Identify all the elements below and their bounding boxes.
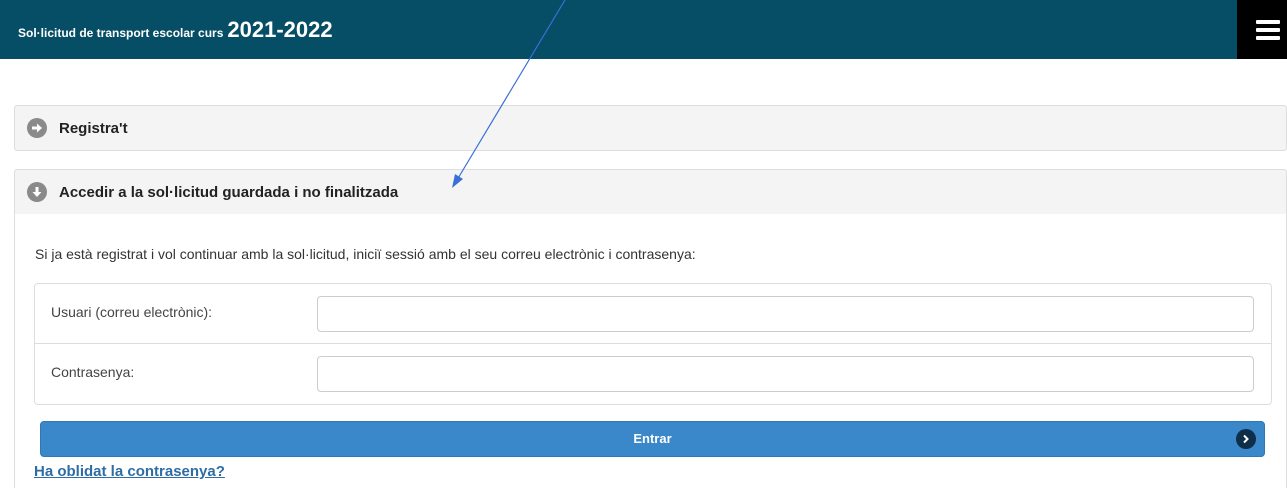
app-header: Sol·licitud de transport escolar curs 20… [0, 0, 1287, 59]
login-intro-text: Si ja està registrat i vol continuar amb… [35, 246, 696, 262]
page-title: Sol·licitud de transport escolar curs 20… [0, 17, 333, 43]
circle-arrow-right-icon [27, 118, 47, 138]
user-row: Usuari (correu electrònic): [35, 284, 1271, 344]
user-email-input[interactable] [317, 296, 1254, 332]
submit-button[interactable]: Entrar [40, 421, 1265, 457]
login-form: Usuari (correu electrònic): Contrasenya: [34, 283, 1272, 405]
submit-button-label: Entrar [633, 431, 672, 446]
section-access-header[interactable]: Accedir a la sol·licitud guardada i no f… [14, 169, 1287, 215]
forgot-password-link[interactable]: Ha oblidat la contrasenya? [34, 463, 225, 480]
chevron-right-icon [1236, 429, 1256, 449]
password-label: Contrasenya: [51, 364, 135, 380]
user-label: Usuari (correu electrònic): [51, 304, 213, 320]
password-row: Contrasenya: [35, 344, 1271, 404]
login-panel: Si ja està registrat i vol continuar amb… [14, 214, 1287, 488]
section-register-header[interactable]: Registra't [14, 105, 1287, 151]
section-register-label: Registra't [59, 119, 128, 137]
password-input[interactable] [317, 356, 1254, 392]
page-title-year: 2021-2022 [227, 16, 333, 42]
hamburger-menu-icon[interactable] [1237, 0, 1287, 59]
page-title-text: Sol·licitud de transport escolar curs [18, 25, 224, 40]
section-access-label: Accedir a la sol·licitud guardada i no f… [59, 183, 399, 201]
circle-arrow-down-icon [27, 182, 47, 202]
